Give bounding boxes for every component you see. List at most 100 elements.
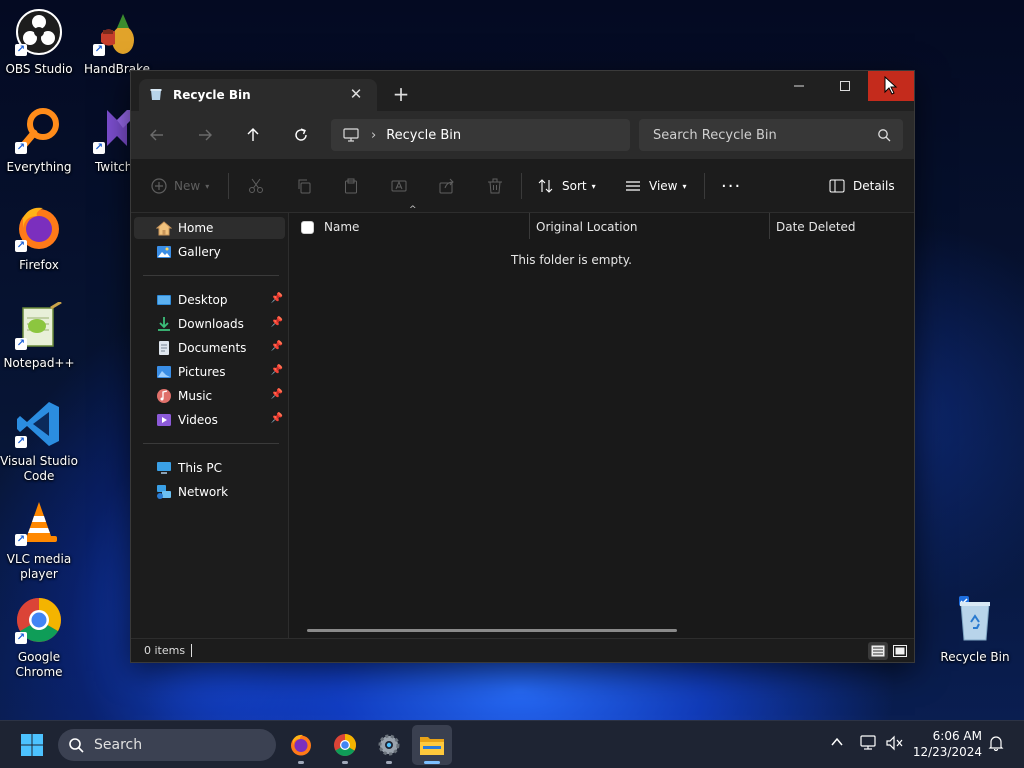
desktop-icon-vscode[interactable]: ↗ Visual Studio Code — [0, 400, 78, 484]
show-hidden-icons-button[interactable] — [830, 735, 844, 752]
sort-button[interactable]: Sort ▾ — [538, 173, 596, 199]
tab-recycle-bin[interactable]: Recycle Bin ✕ — [139, 79, 377, 111]
details-label: Details — [853, 179, 895, 193]
desktop-icon-google-chrome[interactable]: ↗ Google Chrome — [0, 596, 78, 680]
running-indicator — [386, 761, 392, 764]
sidebar-item-music[interactable]: Music 📌 — [134, 385, 285, 407]
system-clock[interactable]: 6:06 AM 12/23/2024 — [913, 728, 982, 760]
pin-icon[interactable]: 📌 — [271, 317, 283, 328]
column-header-name[interactable]: Name ^ — [301, 205, 529, 241]
everything-search-icon: ↗ — [15, 106, 63, 154]
sidebar-item-this-pc[interactable]: This PC — [134, 457, 285, 479]
this-pc-icon — [156, 460, 172, 476]
sidebar-item-label: Videos — [178, 413, 218, 427]
sidebar-item-desktop[interactable]: Desktop 📌 — [134, 289, 285, 311]
file-list[interactable]: Name ^ Original Location Date Deleted Th… — [289, 205, 916, 638]
file-explorer-window: Recycle Bin ✕ + › Recycle Bin Search Rec… — [130, 70, 915, 663]
sidebar-item-documents[interactable]: Documents 📌 — [134, 337, 285, 359]
firefox-icon — [291, 734, 311, 756]
large-icons-view-button[interactable] — [890, 642, 910, 660]
notifications-button[interactable] — [988, 735, 1004, 754]
breadcrumb-location[interactable]: Recycle Bin — [386, 128, 461, 143]
recycle-bin-tab-icon — [149, 87, 163, 104]
pin-icon[interactable]: 📌 — [271, 293, 283, 304]
chevron-up-icon — [831, 737, 843, 746]
up-arrow-icon — [247, 128, 259, 141]
select-all-checkbox[interactable] — [301, 220, 314, 234]
toolbar-divider — [228, 173, 229, 199]
clock-date: 12/23/2024 — [912, 745, 982, 759]
network-status-button[interactable] — [860, 735, 878, 754]
new-button[interactable]: New ▾ — [151, 173, 209, 199]
refresh-button[interactable] — [287, 121, 315, 149]
forward-arrow-icon — [199, 129, 212, 141]
details-pane-button[interactable]: Details — [829, 173, 895, 199]
title-bar[interactable]: Recycle Bin ✕ + — [131, 71, 914, 111]
large-icons-view-icon — [893, 645, 907, 657]
chevron-down-icon: ▾ — [205, 181, 210, 191]
up-button[interactable] — [239, 121, 267, 149]
chrome-icon — [334, 734, 356, 756]
desktop-icon-notepad-plus-plus[interactable]: ↗ Notepad++ — [0, 300, 78, 371]
sidebar-item-videos[interactable]: Videos 📌 — [134, 409, 285, 431]
paste-button[interactable] — [343, 173, 359, 199]
toolbar-divider — [704, 173, 705, 199]
cut-button[interactable] — [248, 173, 264, 199]
recycle-bin-icon — [951, 596, 999, 644]
desktop-icon-handbrake[interactable]: ↗ HandBrake — [78, 8, 156, 77]
taskbar-chrome[interactable] — [325, 725, 365, 765]
desktop-icon-label: Notepad++ — [3, 356, 75, 370]
rename-button[interactable] — [391, 173, 407, 199]
pin-icon[interactable]: 📌 — [271, 389, 283, 400]
sidebar-item-pictures[interactable]: Pictures 📌 — [134, 361, 285, 383]
copy-button[interactable] — [296, 173, 312, 199]
forward-button[interactable] — [191, 121, 219, 149]
start-button[interactable] — [12, 725, 52, 765]
tab-title: Recycle Bin — [173, 88, 251, 102]
pin-icon[interactable]: 📌 — [271, 365, 283, 376]
column-header-original-location[interactable]: Original Location — [536, 213, 768, 241]
desktop-icon-everything[interactable]: ↗ Everything — [0, 106, 78, 175]
taskbar-settings[interactable] — [369, 725, 409, 765]
sidebar-item-label: Downloads — [178, 317, 244, 331]
sidebar-item-downloads[interactable]: Downloads 📌 — [134, 313, 285, 335]
column-header-date-deleted[interactable]: Date Deleted — [776, 213, 916, 241]
details-view-button[interactable] — [868, 642, 888, 660]
horizontal-scrollbar[interactable] — [307, 629, 677, 632]
breadcrumb-chevron-icon: › — [371, 127, 377, 143]
more-options-icon[interactable]: ··· — [721, 173, 741, 199]
volume-muted-button[interactable] — [886, 735, 904, 754]
search-input[interactable]: Search Recycle Bin — [639, 119, 903, 151]
column-divider[interactable] — [769, 213, 770, 239]
close-button[interactable] — [868, 71, 914, 101]
delete-button[interactable] — [487, 173, 503, 199]
pin-icon[interactable]: 📌 — [271, 341, 283, 352]
vlc-cone-icon: ↗ — [15, 498, 63, 546]
view-button[interactable]: View ▾ — [625, 173, 687, 199]
maximize-button[interactable] — [822, 71, 868, 101]
desktop-icon-recycle-bin[interactable]: Recycle Bin — [936, 596, 1014, 665]
address-bar[interactable]: › Recycle Bin — [331, 119, 630, 151]
sidebar-item-home[interactable]: Home — [134, 217, 285, 239]
desktop-icon-vlc[interactable]: ↗ VLC media player — [0, 498, 78, 582]
tab-close-icon[interactable]: ✕ — [347, 85, 365, 103]
taskbar-search-input[interactable]: Search — [58, 729, 276, 761]
minimize-button[interactable] — [776, 71, 822, 101]
trash-icon — [488, 178, 502, 194]
pin-icon[interactable]: 📌 — [271, 413, 283, 424]
taskbar-firefox[interactable] — [281, 725, 321, 765]
sidebar-item-gallery[interactable]: Gallery — [134, 241, 285, 263]
desktop-icon-obs-studio[interactable]: ↗ OBS Studio — [0, 8, 78, 77]
shortcut-arrow-icon: ↗ — [93, 44, 105, 56]
rename-icon — [391, 180, 407, 192]
new-tab-button[interactable]: + — [389, 83, 413, 107]
back-arrow-icon — [150, 129, 163, 141]
sidebar-item-network[interactable]: Network — [134, 481, 285, 503]
back-button[interactable] — [143, 121, 171, 149]
taskbar-file-explorer[interactable] — [412, 725, 452, 765]
share-button[interactable] — [439, 173, 455, 199]
share-icon — [439, 178, 454, 194]
chevron-down-icon: ▾ — [682, 181, 687, 191]
column-divider[interactable] — [529, 213, 530, 239]
desktop-icon-firefox[interactable]: ↗ Firefox — [0, 204, 78, 273]
